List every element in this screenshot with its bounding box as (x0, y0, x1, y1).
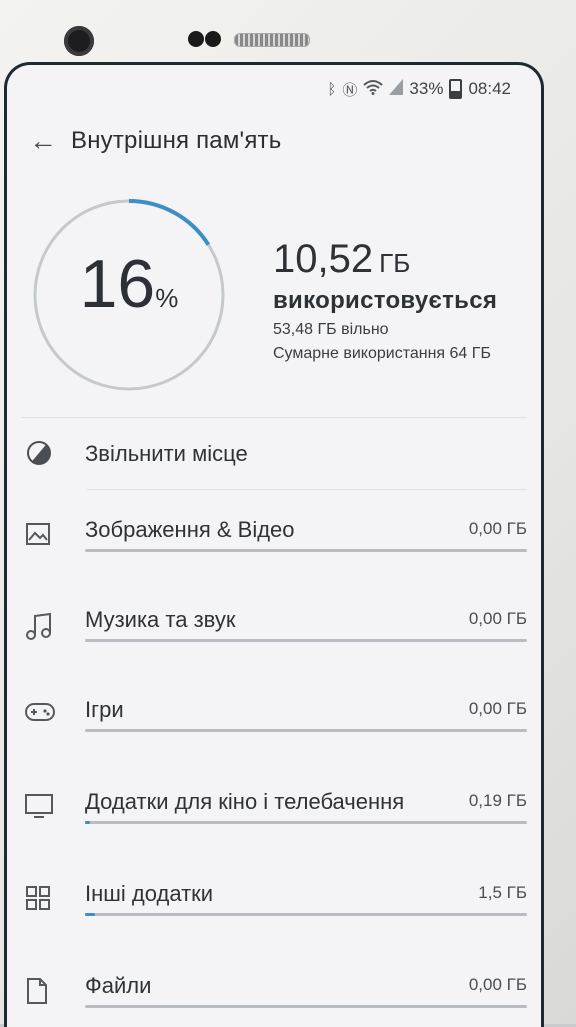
used-value: 10,52 (273, 237, 374, 281)
gamepad-icon (25, 701, 55, 729)
category-label: Зображення & Відео (85, 517, 295, 542)
nfc-icon: Ⓝ (342, 81, 358, 99)
earpiece-speaker (234, 33, 310, 47)
category-item[interactable]: Додатки для кіно і телебачення 0,19 ГБ (7, 763, 541, 853)
file-icon (25, 977, 53, 1005)
camera-lens (64, 26, 94, 56)
category-size: 0,19 ГБ (468, 791, 527, 810)
pie-icon (25, 439, 53, 467)
category-usage-fill (85, 913, 96, 916)
category-item[interactable]: Музика та звук 0,00 ГБ (7, 581, 541, 671)
divider (87, 489, 527, 490)
category-item[interactable]: Зображення & Відео 0,00 ГБ (7, 491, 541, 581)
total-usage-text: Сумарне використання 64 ГБ (273, 345, 491, 362)
category-item[interactable]: Файли 0,00 ГБ (7, 947, 541, 1027)
category-size: 1,5 ГБ (478, 883, 527, 902)
battery-percent: 33% (409, 79, 444, 98)
category-label: Музика та звук (85, 607, 236, 632)
category-usage-bar (85, 821, 527, 824)
signal-icon (389, 79, 404, 99)
phone-screen: ᛒ Ⓝ 33% 08:42 ← Внутрішня пам'ять 16% 10… (4, 62, 544, 1027)
category-label: Додатки для кіно і телебачення (85, 789, 405, 814)
bluetooth-icon: ᛒ (327, 80, 337, 98)
music-icon (25, 611, 53, 640)
category-usage-bar (85, 729, 527, 732)
usage-percent-number: 16 (79, 246, 156, 322)
used-label: використовується (273, 287, 498, 314)
category-usage-bar (85, 549, 527, 552)
image-icon (25, 521, 53, 549)
category-usage-fill (85, 821, 91, 824)
category-usage-bar (85, 639, 527, 642)
category-usage-bar (85, 1005, 527, 1008)
free-space-text: 53,48 ГБ вільно (273, 321, 389, 338)
usage-percent-sign: % (155, 283, 179, 313)
battery-icon (449, 79, 463, 99)
category-usage-bar (85, 913, 527, 916)
category-size: 0,00 ГБ (468, 609, 527, 628)
tv-icon (25, 793, 53, 821)
wifi-icon (363, 79, 384, 99)
page-title: Внутрішня пам'ять (71, 127, 282, 154)
category-item[interactable]: Інші додатки 1,5 ГБ (7, 855, 541, 945)
category-size: 0,00 ГБ (468, 975, 527, 994)
status-bar: ᛒ Ⓝ 33% 08:42 (327, 77, 511, 101)
clock: 08:42 (468, 79, 511, 98)
sensor-left (188, 31, 204, 47)
used-amount: 10,52 ГБ (273, 237, 410, 282)
category-size: 0,00 ГБ (468, 699, 527, 718)
back-arrow-icon[interactable]: ← (15, 125, 71, 157)
category-size: 0,00 ГБ (468, 519, 527, 538)
category-label: Ігри (85, 697, 124, 722)
category-label: Файли (85, 973, 152, 998)
category-label: Інші додатки (85, 881, 214, 906)
used-unit: ГБ (379, 248, 411, 278)
free-up-space-item[interactable]: Звільнити місце (7, 417, 541, 489)
sensor-right (205, 31, 221, 47)
app-bar: ← Внутрішня пам'ять (7, 113, 541, 169)
usage-percent: 16% (29, 245, 229, 323)
apps-grid-icon (25, 885, 53, 913)
category-item[interactable]: Ігри 0,00 ГБ (7, 671, 541, 761)
free-up-space-label: Звільнити місце (85, 441, 248, 466)
